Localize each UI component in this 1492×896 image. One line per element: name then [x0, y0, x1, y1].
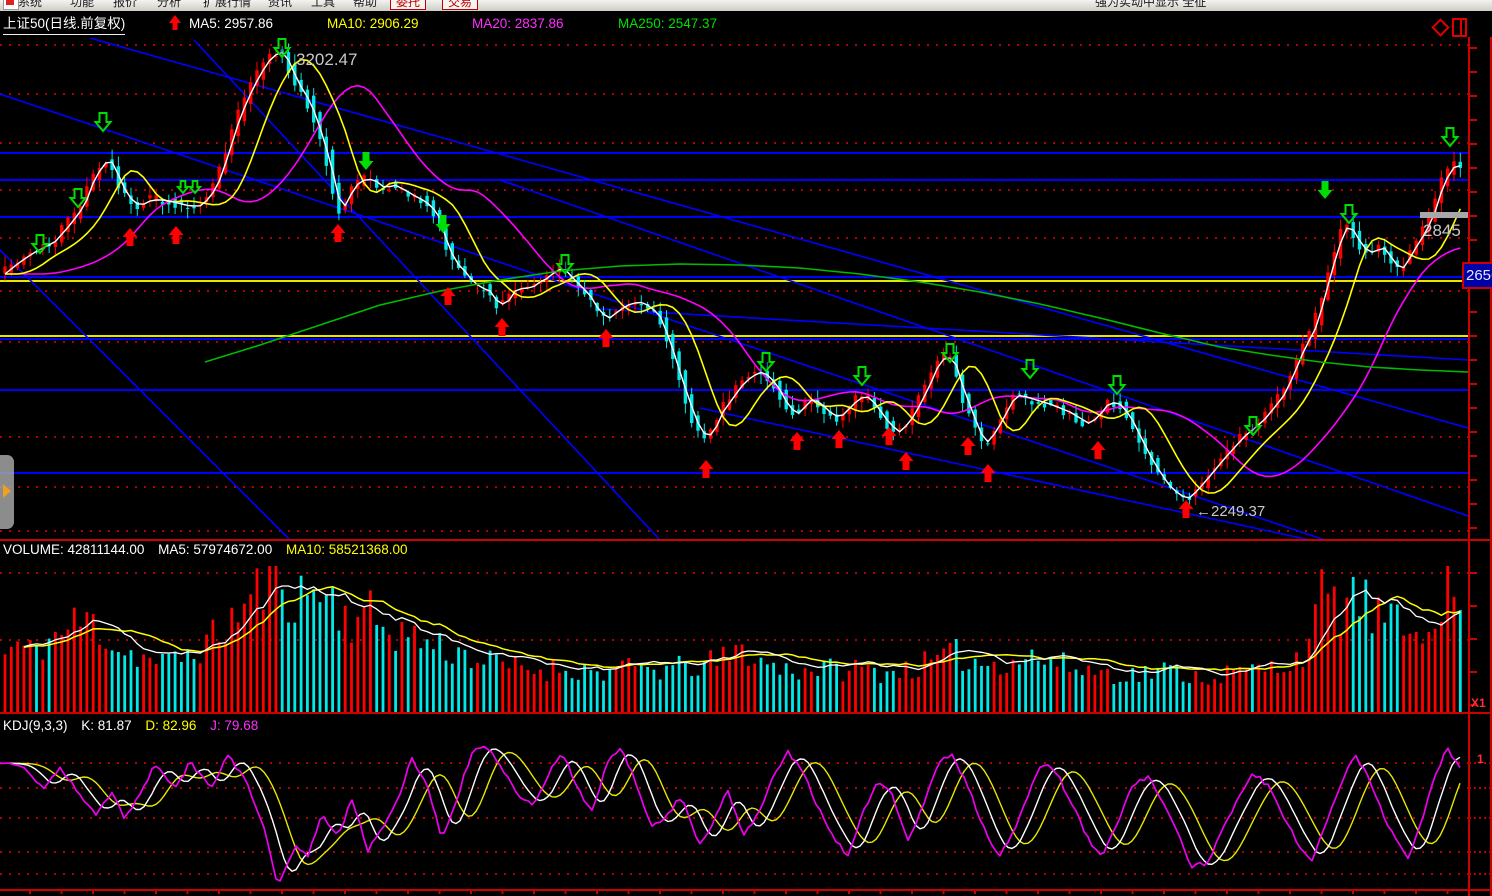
chart-canvas[interactable]	[0, 0, 1492, 896]
ma20-value: MA20: 2837.86	[472, 15, 564, 33]
menu-item-analysis[interactable]: 分析	[157, 0, 181, 10]
sidebar-expand-tab[interactable]	[0, 455, 14, 529]
order-button[interactable]: 委托	[390, 0, 426, 10]
diamond-icon[interactable]	[1431, 18, 1449, 36]
price-marker-label: 2845	[1423, 221, 1461, 241]
kdj-d-value: D: 82.96	[145, 718, 196, 733]
trade-button[interactable]: 交易	[442, 0, 478, 10]
menu-item-news[interactable]: 资讯	[268, 0, 292, 10]
kdj-j-value: J: 79.68	[210, 718, 258, 733]
volume-axis-x1-label: X1	[1471, 696, 1486, 710]
chart-title-bar: 上证50(日线.前复权) MA5: 2957.86 MA10: 2906.29 …	[0, 11, 1492, 37]
menu-item-extended[interactable]: 扩展行情	[203, 0, 251, 10]
volume-header: VOLUME: 42811144.00 MA5: 57974672.00 MA1…	[3, 542, 418, 557]
menu-item-help[interactable]: 帮助	[353, 0, 377, 10]
expand-arrow-icon	[3, 484, 11, 498]
menu-item-quotes[interactable]: 报价	[113, 0, 137, 10]
menu-item-function[interactable]: 功能	[70, 0, 94, 10]
menu-right-text: 强为实动中显示 全征	[1095, 0, 1206, 10]
volume-ma5-value: MA5: 57974672.00	[158, 542, 272, 557]
menu-item-system[interactable]: 系统	[18, 0, 42, 10]
menu-item-tools[interactable]: 工具	[311, 0, 335, 10]
kdj-header: KDJ(9,3,3) K: 81.87 D: 82.96 J: 79.68	[3, 718, 258, 733]
volume-ma10-value: MA10: 58521368.00	[286, 542, 408, 557]
axis-price-box: 2656	[1462, 262, 1492, 289]
kdj-params: KDJ(9,3,3)	[3, 718, 68, 733]
kdj-k-value: K: 81.87	[81, 718, 131, 733]
peak-price-label: 3202.47	[296, 50, 357, 70]
up-arrow-icon	[168, 15, 182, 36]
trough-price-label: ←2249.37	[1196, 503, 1265, 520]
ma250-value: MA250: 2547.37	[618, 15, 717, 33]
ma5-value: MA5: 2957.86	[189, 15, 273, 33]
trading-app-window: { "menu_bar": { "items": ["系统","功能","报价"…	[0, 0, 1492, 896]
window-icon[interactable]	[1452, 18, 1467, 37]
ma10-value: MA10: 2906.29	[327, 15, 419, 33]
kdj-axis-label: 1	[1477, 752, 1484, 766]
volume-value: VOLUME: 42811144.00	[3, 542, 144, 557]
app-icon[interactable]	[3, 0, 19, 10]
symbol-title: 上证50(日线.前复权)	[3, 15, 125, 35]
